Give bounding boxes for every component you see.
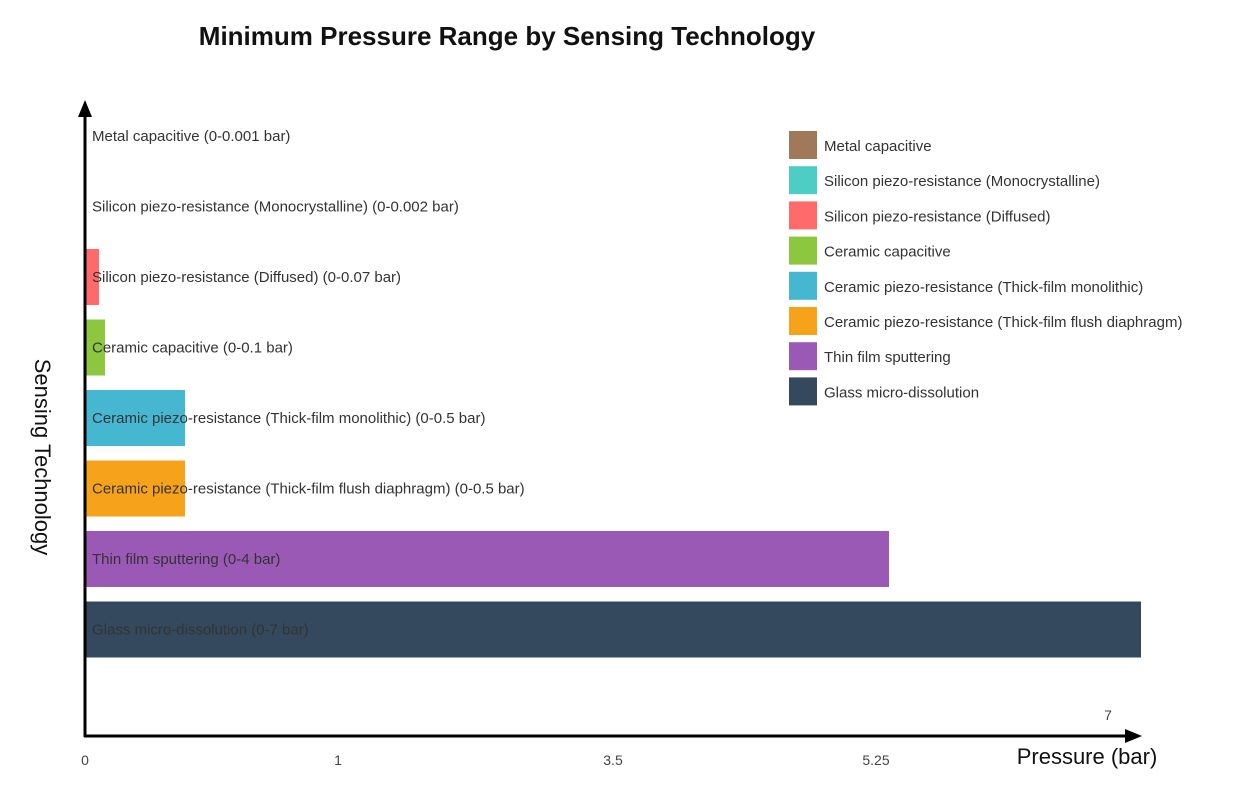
x-tick-label: 3.5 [603, 752, 623, 768]
legend-label: Ceramic capacitive [824, 244, 951, 261]
x-tick-label: 1 [334, 752, 342, 768]
x-axis-title: Pressure (bar) [1017, 744, 1158, 769]
legend-item: Thin film sputtering [789, 342, 951, 371]
legend-swatch [789, 131, 817, 159]
bar-label: Ceramic piezo-resistance (Thick-film flu… [92, 481, 525, 498]
legend-item: Ceramic capacitive [789, 236, 951, 265]
bar-chart: Minimum Pressure Range by Sensing Techno… [30, 21, 1182, 769]
y-axis-arrow-icon [78, 100, 92, 117]
legend-label: Glass micro-dissolution [824, 384, 979, 401]
legend-item: Ceramic piezo-resistance (Thick-film mon… [789, 271, 1143, 300]
bar-label: Ceramic piezo-resistance (Thick-film mon… [92, 410, 485, 427]
legend-item: Silicon piezo-resistance (Monocrystallin… [789, 166, 1100, 195]
legend-label: Silicon piezo-resistance (Monocrystallin… [824, 173, 1100, 190]
x-axis-arrow-icon [1125, 729, 1142, 743]
bar-label: Thin film sputtering (0-4 bar) [92, 551, 280, 568]
legend-label: Thin film sputtering [824, 349, 951, 366]
legend: Metal capacitive Silicon piezo-resistance… [789, 131, 1182, 406]
legend-swatch [789, 307, 817, 335]
bars-group [85, 108, 1141, 658]
legend-swatch [789, 236, 817, 265]
legend-swatch [789, 342, 817, 371]
x-tick-label: 0 [81, 752, 89, 768]
legend-item: Glass micro-dissolution [789, 377, 979, 406]
legend-swatch [789, 201, 817, 230]
x-tick-label: 5.25 [862, 752, 889, 768]
bar-label: Metal capacitive (0-0.001 bar) [92, 128, 290, 145]
chart-title: Minimum Pressure Range by Sensing Techno… [199, 21, 816, 51]
bar-label: Ceramic capacitive (0-0.1 bar) [92, 340, 293, 357]
legend-label: Ceramic piezo-resistance (Thick-film flu… [824, 314, 1182, 331]
bar-label: Silicon piezo-resistance (Monocrystallin… [92, 199, 459, 216]
legend-item: Silicon piezo-resistance (Diffused) [789, 201, 1051, 230]
legend-label: Metal capacitive [824, 138, 932, 155]
legend-swatch [789, 271, 817, 300]
y-axis-title: Sensing Technology [30, 359, 55, 556]
legend-swatch [789, 166, 817, 195]
legend-label: Silicon piezo-resistance (Diffused) [824, 208, 1051, 225]
bar-label: Silicon piezo-resistance (Diffused) (0-0… [92, 269, 401, 286]
bar-label: Glass micro-dissolution (0-7 bar) [92, 622, 309, 639]
legend-label: Ceramic piezo-resistance (Thick-film mon… [824, 279, 1143, 296]
legend-item: Ceramic piezo-resistance (Thick-film flu… [789, 307, 1182, 335]
legend-item: Metal capacitive [789, 131, 932, 159]
legend-swatch [789, 377, 817, 406]
x-tick-label: 7 [1104, 707, 1112, 723]
